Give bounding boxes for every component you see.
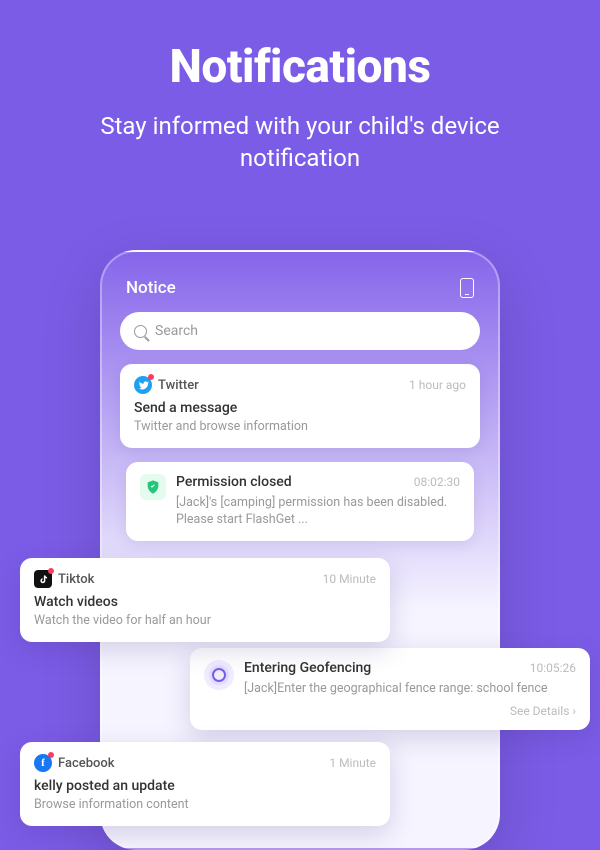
shield-icon: [140, 474, 166, 500]
timestamp: 1 Minute: [329, 756, 376, 770]
notification-title: Send a message: [134, 400, 466, 416]
phone-header: Notice: [120, 274, 480, 312]
page-title: Notifications: [40, 40, 560, 94]
notification-desc: Twitter and browse information: [134, 418, 466, 436]
tiktok-icon: [34, 570, 52, 588]
unread-dot-icon: [48, 752, 54, 758]
notification-card-tiktok[interactable]: Tiktok 10 Minute Watch videos Watch the …: [20, 558, 390, 642]
unread-dot-icon: [48, 568, 54, 574]
notification-title: Permission closed: [176, 474, 292, 490]
notification-desc: Watch the video for half an hour: [34, 612, 376, 630]
notification-desc: [Jack]'s [camping] permission has been d…: [176, 494, 460, 529]
timestamp: 08:02:30: [414, 475, 460, 489]
app-name: Tiktok: [58, 572, 94, 587]
page-subtitle: Stay informed with your child's device n…: [40, 110, 560, 175]
app-name: Twitter: [158, 378, 199, 393]
notification-card-geofencing[interactable]: Entering Geofencing 10:05:26 [Jack]Enter…: [190, 648, 590, 730]
facebook-icon: f: [34, 754, 52, 772]
search-icon: [134, 325, 147, 338]
timestamp: 10:05:26: [530, 661, 576, 675]
search-input[interactable]: Search: [120, 312, 480, 350]
see-details-link[interactable]: See Details: [244, 704, 576, 718]
timestamp: 10 Minute: [323, 572, 376, 586]
notification-title: Entering Geofencing: [244, 660, 371, 676]
unread-dot-icon: [148, 374, 154, 380]
twitter-icon: [134, 376, 152, 394]
timestamp: 1 hour ago: [409, 378, 466, 392]
notification-card-permission[interactable]: Permission closed 08:02:30 [Jack]'s [cam…: [126, 462, 474, 541]
hero: Notifications Stay informed with your ch…: [0, 0, 600, 195]
notification-title: Watch videos: [34, 594, 376, 610]
notification-card-twitter[interactable]: Twitter 1 hour ago Send a message Twitte…: [120, 364, 480, 448]
geofence-icon: [204, 660, 234, 690]
search-placeholder: Search: [155, 323, 198, 339]
notification-title: kelly posted an update: [34, 778, 376, 794]
device-icon[interactable]: [460, 278, 474, 298]
app-name: Facebook: [58, 756, 115, 771]
notification-desc: Browse information content: [34, 796, 376, 814]
phone-header-title: Notice: [126, 278, 176, 298]
notification-desc: [Jack]Enter the geographical fence range…: [244, 680, 576, 698]
notification-card-facebook[interactable]: f Facebook 1 Minute kelly posted an upda…: [20, 742, 390, 826]
